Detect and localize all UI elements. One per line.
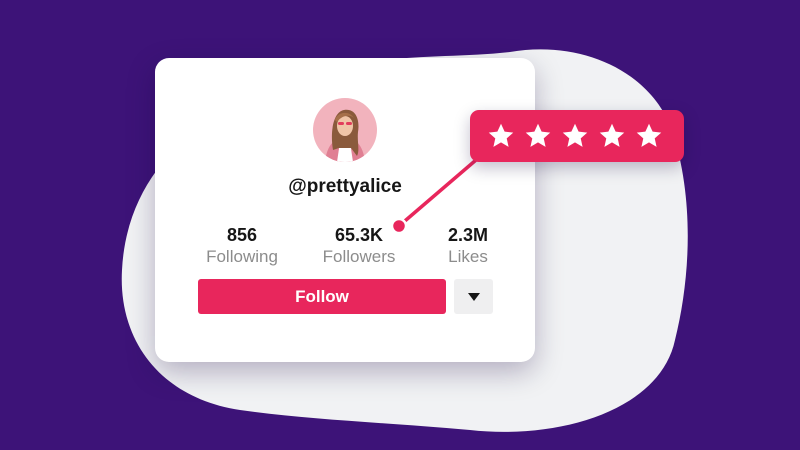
stat-followers-label: Followers — [322, 247, 396, 266]
follow-button[interactable]: Follow — [198, 279, 446, 314]
star-icon — [562, 123, 588, 147]
stat-followers-value: 65.3K — [334, 225, 384, 245]
stat-likes: 2.3M Likes — [408, 224, 528, 268]
username: @prettyalice — [288, 176, 402, 197]
stat-followers: 65.3K Followers — [299, 224, 419, 268]
stat-following-label: Following — [206, 247, 278, 266]
avatar-photo — [313, 98, 377, 162]
stat-likes-value: 2.3M — [447, 225, 489, 245]
caret-down-icon — [467, 292, 480, 301]
stat-following-value: 856 — [226, 225, 258, 245]
star-icon — [525, 123, 551, 147]
star-icon — [636, 123, 662, 147]
profile-card: @prettyalice 856 Following 65.3K Followe… — [155, 58, 535, 362]
avatar[interactable] — [313, 98, 377, 162]
stat-likes-label: Likes — [448, 247, 488, 266]
star-icon — [488, 123, 514, 147]
rating-badge — [470, 110, 684, 162]
more-options-button[interactable] — [454, 279, 493, 314]
stat-following: 856 Following — [182, 224, 302, 268]
star-icon — [599, 123, 625, 147]
